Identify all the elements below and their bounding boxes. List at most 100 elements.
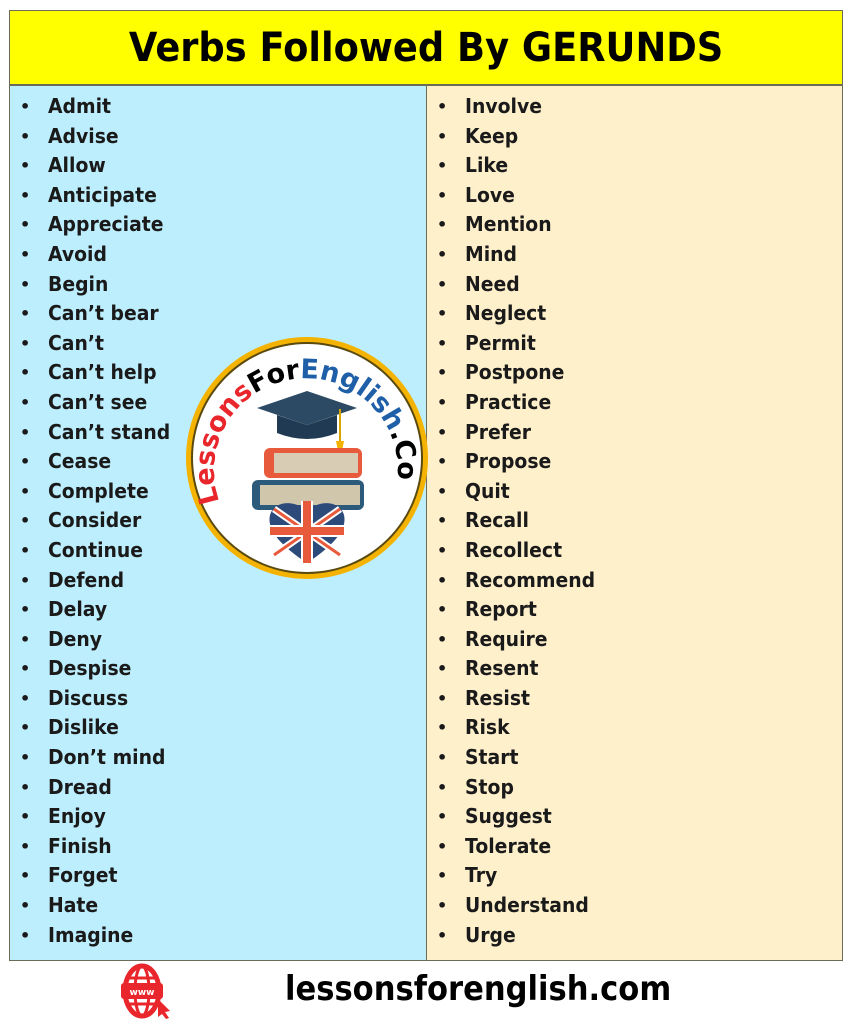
verb-label: Like bbox=[465, 153, 509, 178]
verb-right-item: • Postpone bbox=[427, 358, 842, 388]
verb-label: Understand bbox=[465, 893, 589, 918]
verb-left-item: • Delay bbox=[10, 595, 426, 625]
verb-label: Can’t bear bbox=[48, 301, 159, 326]
bullet-icon: • bbox=[20, 718, 31, 738]
title-bar: Verbs Followed By GERUNDS bbox=[10, 11, 842, 86]
bullet-icon: • bbox=[437, 97, 448, 116]
verb-right-item: • Start bbox=[427, 743, 842, 773]
verb-label: Recall bbox=[465, 508, 529, 533]
verb-label: Can’t stand bbox=[48, 419, 171, 444]
bullet-icon: • bbox=[20, 304, 31, 324]
verb-label: Anticipate bbox=[48, 182, 157, 207]
verb-right-item: • Love bbox=[427, 181, 842, 211]
verb-right-item: • Mention bbox=[427, 210, 842, 240]
verb-label: Admit bbox=[48, 94, 112, 118]
verb-label: Hate bbox=[48, 893, 99, 918]
footer: www lessonsforenglish.com bbox=[0, 961, 856, 1024]
bullet-icon: • bbox=[437, 629, 448, 649]
verb-label: Report bbox=[465, 597, 537, 622]
verb-right-item: • Require bbox=[427, 625, 842, 655]
verb-label: Urge bbox=[465, 922, 516, 947]
bullet-icon: • bbox=[20, 244, 31, 264]
bullet-icon: • bbox=[437, 363, 448, 383]
verb-label: Delay bbox=[48, 597, 108, 622]
bullet-icon: • bbox=[437, 215, 448, 235]
verb-label: Defend bbox=[48, 567, 125, 592]
footer-url-link[interactable]: lessonsforenglish.com bbox=[285, 969, 671, 1009]
bullet-icon: • bbox=[437, 244, 448, 264]
bullet-icon: • bbox=[20, 896, 31, 916]
bullet-icon: • bbox=[20, 688, 31, 708]
bullet-icon: • bbox=[437, 304, 448, 324]
verb-label: Imagine bbox=[48, 922, 134, 947]
verb-right-item: • Recall bbox=[427, 506, 842, 536]
verb-label: Permit bbox=[465, 330, 536, 355]
verb-label: Stop bbox=[465, 774, 514, 799]
verb-label: Don’t mind bbox=[48, 745, 166, 770]
verb-label: Cease bbox=[48, 449, 112, 474]
bullet-icon: • bbox=[437, 777, 448, 797]
verb-right-item: • Try bbox=[427, 861, 842, 891]
bullet-icon: • bbox=[20, 836, 31, 856]
verb-label: Mention bbox=[465, 212, 552, 237]
verb-label: Despise bbox=[48, 656, 132, 681]
verb-label: Neglect bbox=[465, 301, 547, 326]
www-globe-icon[interactable]: www bbox=[112, 963, 184, 1019]
bullet-icon: • bbox=[437, 185, 448, 205]
verb-label: Keep bbox=[465, 123, 519, 148]
verb-left-item: • Allow bbox=[10, 151, 426, 181]
bullet-icon: • bbox=[20, 97, 31, 116]
verb-label: Dread bbox=[48, 774, 112, 799]
verb-label: Risk bbox=[465, 715, 510, 740]
bullet-icon: • bbox=[437, 274, 448, 294]
bullet-icon: • bbox=[437, 688, 448, 708]
verb-left-item: • Dislike bbox=[10, 713, 426, 743]
bullet-icon: • bbox=[437, 748, 448, 768]
verb-label: Resist bbox=[465, 685, 531, 710]
verb-label: Practice bbox=[465, 389, 552, 414]
verb-right-item: • Need bbox=[427, 270, 842, 300]
verb-left-item: • Can’t bear bbox=[10, 299, 426, 329]
verb-label: Complete bbox=[48, 478, 149, 503]
bullet-icon: • bbox=[20, 866, 31, 886]
verb-label: Allow bbox=[48, 153, 106, 178]
bullet-icon: • bbox=[20, 156, 31, 176]
verb-label: Can’t help bbox=[48, 360, 157, 385]
bullet-icon: • bbox=[20, 481, 31, 501]
verb-right-item: • Urge bbox=[427, 921, 842, 951]
bullet-icon: • bbox=[20, 452, 31, 472]
verb-label: Advise bbox=[48, 123, 119, 148]
bullet-icon: • bbox=[20, 363, 31, 383]
verb-right-item: • Keep bbox=[427, 122, 842, 152]
verb-right-item: • Risk bbox=[427, 713, 842, 743]
bullet-icon: • bbox=[20, 570, 31, 590]
right-column: • Involve • Keep • Like • Love • Mention • Mind • Nee… bbox=[427, 86, 842, 960]
verb-right-item: • Report bbox=[427, 595, 842, 625]
verb-label: Begin bbox=[48, 271, 109, 296]
verb-right-item: • Involve bbox=[427, 92, 842, 122]
bullet-icon: • bbox=[20, 925, 31, 945]
bullet-icon: • bbox=[437, 718, 448, 738]
verb-left-item: • Advise bbox=[10, 122, 426, 152]
uk-flag-heart-icon bbox=[269, 501, 345, 563]
bullet-icon: • bbox=[437, 925, 448, 945]
verb-label: Tolerate bbox=[465, 833, 552, 858]
bullet-icon: • bbox=[437, 511, 448, 531]
verb-left-item: • Admit bbox=[10, 92, 426, 122]
verb-left-item: • Enjoy bbox=[10, 802, 426, 832]
bullet-icon: • bbox=[437, 896, 448, 916]
verb-left-item: • Avoid bbox=[10, 240, 426, 270]
verb-left-item: • Deny bbox=[10, 625, 426, 655]
verb-label: Involve bbox=[465, 94, 543, 118]
bullet-icon: • bbox=[20, 748, 31, 768]
page-title: Verbs Followed By GERUNDS bbox=[128, 24, 724, 71]
verb-label: Dislike bbox=[48, 715, 119, 740]
verb-label: Need bbox=[465, 271, 520, 296]
bullet-icon: • bbox=[437, 481, 448, 501]
verb-label: Finish bbox=[48, 833, 112, 858]
verb-label: Can’t see bbox=[48, 389, 148, 414]
verb-label: Consider bbox=[48, 508, 142, 533]
verb-right-item: • Tolerate bbox=[427, 832, 842, 862]
verb-right-item: • Like bbox=[427, 151, 842, 181]
verb-label: Can’t bbox=[48, 330, 105, 355]
